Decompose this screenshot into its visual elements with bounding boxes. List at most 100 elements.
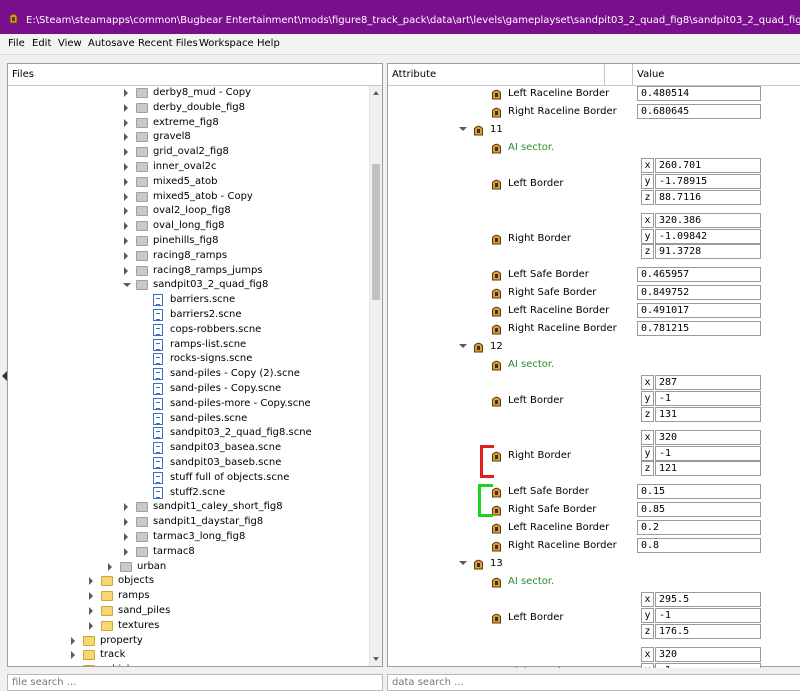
file-item[interactable]: stuff full of objects.scne <box>141 471 369 485</box>
value-field[interactable]: 0.491017 <box>637 303 761 318</box>
collapsed-arrow-icon[interactable] <box>124 148 128 157</box>
collapsed-arrow-icon[interactable] <box>71 651 75 660</box>
folder-item[interactable]: urban <box>108 560 369 574</box>
scroll-down-icon[interactable] <box>373 657 379 661</box>
folder-item[interactable]: oval2_loop_fig8 <box>124 204 369 218</box>
vector-attribute-row[interactable]: Right Border <box>388 449 628 463</box>
collapse-arrow-icon[interactable] <box>2 371 7 381</box>
column-divider[interactable] <box>604 64 605 86</box>
expanded-arrow-icon[interactable] <box>459 127 467 132</box>
folder-item[interactable]: pinehills_fig8 <box>124 234 369 248</box>
value-field[interactable]: -1 <box>655 662 761 668</box>
value-field[interactable]: 91.3728 <box>655 244 761 260</box>
collapsed-arrow-icon[interactable] <box>89 577 93 586</box>
file-item[interactable]: rocks-signs.scne <box>141 352 369 366</box>
collapsed-arrow-icon[interactable] <box>89 621 93 630</box>
value-field[interactable]: 131 <box>655 407 761 423</box>
collapsed-arrow-icon[interactable] <box>89 592 93 601</box>
menu-item-recent-files[interactable]: Recent Files <box>138 38 198 49</box>
vector-attribute-row[interactable]: Left Border <box>388 394 628 408</box>
collapsed-arrow-icon[interactable] <box>124 533 128 541</box>
collapsed-arrow-icon[interactable] <box>124 103 128 112</box>
file-item[interactable]: stuff2.scne <box>141 486 369 500</box>
attribute-row[interactable]: Left Safe Border <box>388 485 628 499</box>
menu-item-help[interactable]: Help <box>257 38 280 49</box>
folder-item[interactable]: sand_piles <box>89 604 369 618</box>
folder-item[interactable]: tarmac3_long_fig8 <box>124 530 369 544</box>
expanded-arrow-icon[interactable] <box>459 344 467 349</box>
attribute-row[interactable]: Left Raceline Border <box>388 304 628 318</box>
folder-item[interactable]: objects <box>89 574 369 588</box>
folder-item[interactable]: vehicle <box>71 663 369 666</box>
collapsed-arrow-icon[interactable] <box>124 503 128 512</box>
folder-item[interactable]: inner_oval2c <box>124 160 369 174</box>
folder-item[interactable]: racing8_ramps_jumps <box>124 264 369 278</box>
value-field[interactable]: 0.781215 <box>637 321 761 337</box>
collapsed-arrow-icon[interactable] <box>124 207 128 216</box>
file-search-input[interactable] <box>7 674 383 691</box>
data-search-input[interactable] <box>387 674 800 691</box>
value-field[interactable]: 0.480514 <box>637 86 761 101</box>
file-item[interactable]: barriers.scne <box>141 293 369 307</box>
value-field[interactable]: 121 <box>655 461 761 477</box>
folder-item[interactable]: sandpit1_caley_short_fig8 <box>124 500 369 514</box>
collapsed-arrow-icon[interactable] <box>124 222 128 231</box>
sector-group-row[interactable]: 11 <box>388 123 628 137</box>
folder-item[interactable]: gravel8 <box>124 130 369 144</box>
value-field[interactable]: -1 <box>655 608 761 624</box>
file-item[interactable]: sandpit03_basea.scne <box>141 441 369 455</box>
collapsed-arrow-icon[interactable] <box>124 133 128 142</box>
ai-sector-row[interactable]: AI sector. <box>388 575 628 589</box>
collapsed-arrow-icon[interactable] <box>124 237 128 245</box>
file-item[interactable]: ramps-list.scne <box>141 338 369 352</box>
collapsed-arrow-icon[interactable] <box>71 636 75 645</box>
vector-attribute-row[interactable]: Right Border <box>388 232 628 246</box>
sector-group-row[interactable]: 13 <box>388 557 628 571</box>
value-field[interactable]: 88.7116 <box>655 190 761 206</box>
value-field[interactable]: 0.680645 <box>637 104 761 120</box>
value-field[interactable]: 320 <box>655 429 761 445</box>
value-field[interactable]: 260.701 <box>655 158 761 174</box>
collapsed-arrow-icon[interactable] <box>124 266 128 275</box>
value-field[interactable]: 0.85 <box>637 501 761 517</box>
folder-item[interactable]: mixed5_atob - Copy <box>124 190 369 204</box>
collapsed-arrow-icon[interactable] <box>124 177 128 186</box>
collapsed-arrow-icon[interactable] <box>124 251 128 260</box>
menu-item-autosave[interactable]: Autosave <box>88 38 135 49</box>
value-field[interactable]: 176.5 <box>655 624 761 640</box>
folder-item[interactable]: ramps <box>89 589 369 603</box>
file-item[interactable]: sandpit03_baseb.scne <box>141 456 369 470</box>
file-item[interactable]: sand-piles-more - Copy.scne <box>141 397 369 411</box>
collapsed-arrow-icon[interactable] <box>89 607 93 615</box>
column-divider[interactable] <box>632 64 633 86</box>
collapsed-arrow-icon[interactable] <box>108 562 112 571</box>
attribute-row[interactable]: Right Safe Border <box>388 503 628 517</box>
file-item[interactable]: barriers2.scne <box>141 308 369 322</box>
folder-item[interactable]: racing8_ramps <box>124 249 369 263</box>
ai-sector-row[interactable]: AI sector. <box>388 141 628 155</box>
value-field[interactable]: 320 <box>655 646 761 662</box>
file-item[interactable]: sandpit03_2_quad_fig8.scne <box>141 426 369 440</box>
collapsed-arrow-icon[interactable] <box>124 118 128 127</box>
collapsed-arrow-icon[interactable] <box>124 518 128 527</box>
vector-attribute-row[interactable]: Left Border <box>388 611 628 625</box>
attribute-row[interactable]: Right Raceline Border <box>388 322 628 336</box>
attribute-row[interactable]: Left Safe Border <box>388 268 628 282</box>
folder-item[interactable]: grid_oval2_fig8 <box>124 145 369 159</box>
value-field[interactable]: 0.465957 <box>637 266 761 282</box>
folder-item[interactable]: derby_double_fig8 <box>124 101 369 115</box>
value-field[interactable]: -1 <box>655 445 761 461</box>
folder-item[interactable]: extreme_fig8 <box>124 116 369 130</box>
menu-item-view[interactable]: View <box>58 38 82 49</box>
vector-attribute-row[interactable]: Right Border <box>388 666 628 668</box>
attribute-row[interactable]: Left Raceline Border <box>388 87 628 101</box>
attribute-column-header[interactable]: Attribute <box>392 69 436 80</box>
value-field[interactable]: 0.2 <box>637 520 761 535</box>
folder-item[interactable]: sandpit1_daystar_fig8 <box>124 515 369 529</box>
attribute-row[interactable]: Right Raceline Border <box>388 105 628 119</box>
value-field[interactable]: -1.78915 <box>655 174 761 190</box>
scroll-up-icon[interactable] <box>373 91 379 95</box>
value-field[interactable]: 0.8 <box>637 538 761 554</box>
value-field[interactable]: -1.09842 <box>655 228 761 244</box>
expanded-arrow-icon[interactable] <box>123 283 131 288</box>
